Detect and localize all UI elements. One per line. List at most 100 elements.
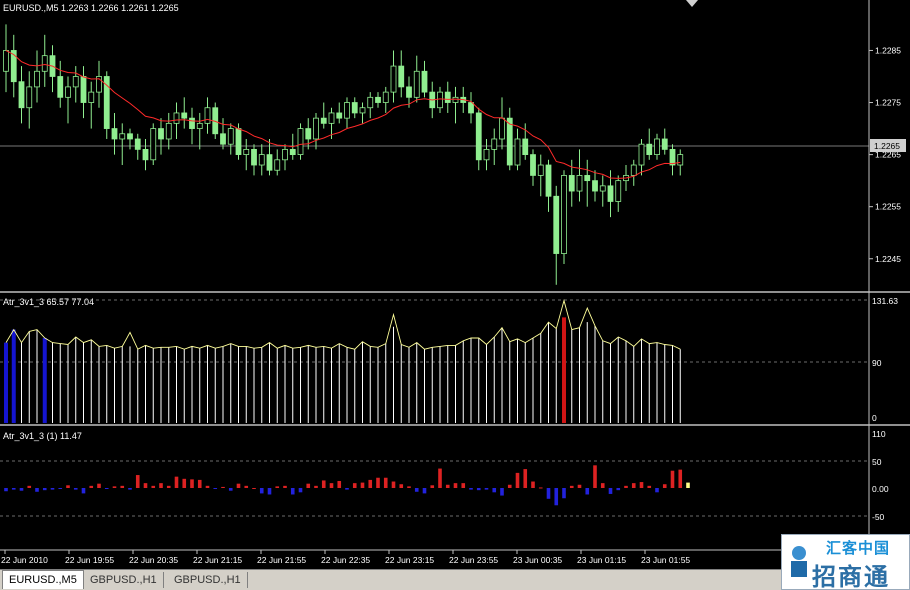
oscillator-bar: [244, 485, 249, 488]
atr-bar: [300, 347, 301, 423]
oscillator-bar: [97, 483, 101, 488]
candle-body: [483, 148, 490, 161]
oscillator-label: Atr_3v1_3 (1) 11.47: [3, 431, 82, 441]
candle-body: [382, 91, 389, 103]
candle-body: [235, 128, 242, 156]
oscillator-bar: [228, 488, 233, 491]
oscillator-bar: [655, 488, 659, 493]
atr-bar: [21, 342, 22, 423]
atr-bar: [408, 347, 410, 423]
atr-bar: [470, 337, 472, 423]
atr-bar: [145, 345, 146, 423]
oscillator-bar: [647, 485, 652, 488]
candle-body: [669, 148, 676, 166]
atr-bar: [207, 345, 208, 423]
atr-bar: [602, 340, 604, 423]
atr-bar: [4, 342, 8, 423]
candle-body: [568, 175, 575, 192]
oscillator-bar: [73, 488, 78, 490]
atr-bar: [416, 342, 418, 423]
candle-body: [367, 96, 374, 109]
atr-bar: [261, 347, 263, 423]
atr-bar: [679, 349, 681, 423]
oscillator-bar: [616, 488, 621, 491]
oscillator-bar: [120, 485, 125, 488]
oscillator-bar: [275, 486, 280, 488]
atr-bar: [377, 347, 379, 423]
atr-bar: [579, 327, 580, 423]
atr-bar: [83, 342, 84, 423]
oscillator-bar: [368, 479, 373, 488]
oscillator-bar: [190, 479, 194, 488]
atr-bar: [269, 342, 270, 423]
oscillator-bar: [112, 486, 117, 488]
atr-bar: [625, 340, 627, 423]
candle-body: [220, 133, 226, 145]
candle-body: [282, 148, 288, 161]
atr-bar: [369, 346, 371, 423]
atr-bar: [183, 349, 185, 423]
tab-eurusd-m5[interactable]: EURUSD.,M5: [2, 570, 84, 589]
price-tick-label: 1.2245: [875, 254, 901, 264]
atr-bar: [385, 343, 387, 423]
candle-body: [390, 65, 397, 93]
candle-body: [599, 185, 606, 192]
oscillator-bar: [159, 483, 163, 488]
oscillator-bar: [283, 485, 287, 488]
oscillator-bar: [337, 480, 342, 488]
terminal-chart-window[interactable]: EURUSD.,M5 1.2263 1.2266 1.2261 1.2265 1…: [0, 0, 910, 590]
oscillator-bar: [585, 488, 590, 495]
atr-indicator-label: Atr_3v1_3 65.57 77.04: [3, 297, 94, 307]
oscillator-bar: [577, 484, 582, 488]
atr-bar: [431, 347, 433, 423]
atr-bar: [67, 344, 69, 423]
oscillator-bar: [608, 488, 613, 494]
candle-body: [266, 154, 273, 171]
atr-bar: [292, 348, 294, 423]
candle-body: [514, 138, 521, 166]
oscillator-bar: [19, 488, 24, 491]
oscillator-bar: [500, 488, 504, 496]
oscillator-bar: [50, 488, 55, 490]
atr-bar: [90, 339, 92, 423]
atr-bar: [245, 346, 247, 423]
candle-body: [452, 96, 459, 103]
candle-body: [313, 117, 319, 140]
candle-body: [26, 86, 33, 109]
osc-tick-0: 0.00: [872, 484, 889, 494]
oscillator-bar: [290, 488, 295, 495]
oscillator-bar: [197, 479, 202, 488]
tab-gbpusd-h1-2[interactable]: GBPUSD.,H1: [168, 572, 248, 588]
oscillator-bar: [221, 486, 225, 488]
symbol-info-label: EURUSD.,M5 1.2263 1.2266 1.2261 1.2265: [3, 3, 179, 13]
atr-bar: [284, 345, 286, 423]
oscillator-bar: [81, 488, 86, 494]
price-tick-label: 1.2275: [875, 98, 901, 108]
oscillator-bar: [314, 485, 318, 488]
oscillator-bar: [523, 469, 528, 488]
atr-bar: [641, 338, 642, 423]
candle-body: [592, 180, 598, 192]
candle-body: [413, 70, 420, 98]
candle-body: [553, 195, 560, 254]
oscillator-bar: [569, 485, 574, 488]
oscillator-bar: [143, 483, 148, 488]
atr-bar: [424, 349, 425, 423]
oscillator-bar: [662, 484, 667, 488]
atr-tick-0: 0: [872, 413, 877, 423]
candle-body: [41, 55, 48, 72]
oscillator-bar: [329, 483, 334, 488]
atr-bar: [315, 347, 317, 423]
oscillator-bar: [259, 488, 264, 494]
atr-bar: [393, 326, 394, 423]
candle-body: [344, 102, 350, 119]
candle-body: [475, 112, 482, 161]
oscillator-bar: [469, 488, 473, 490]
candle-body: [274, 159, 281, 171]
atr-bar: [168, 347, 170, 423]
chart-canvas[interactable]: EURUSD.,M5 1.2263 1.2266 1.2261 1.2265 1…: [0, 0, 910, 569]
candle-body: [57, 76, 64, 98]
tab-gbpusd-h1-1[interactable]: GBPUSD.,H1: [84, 572, 164, 588]
oscillator-bar: [624, 485, 628, 488]
atr-bar: [52, 342, 53, 423]
